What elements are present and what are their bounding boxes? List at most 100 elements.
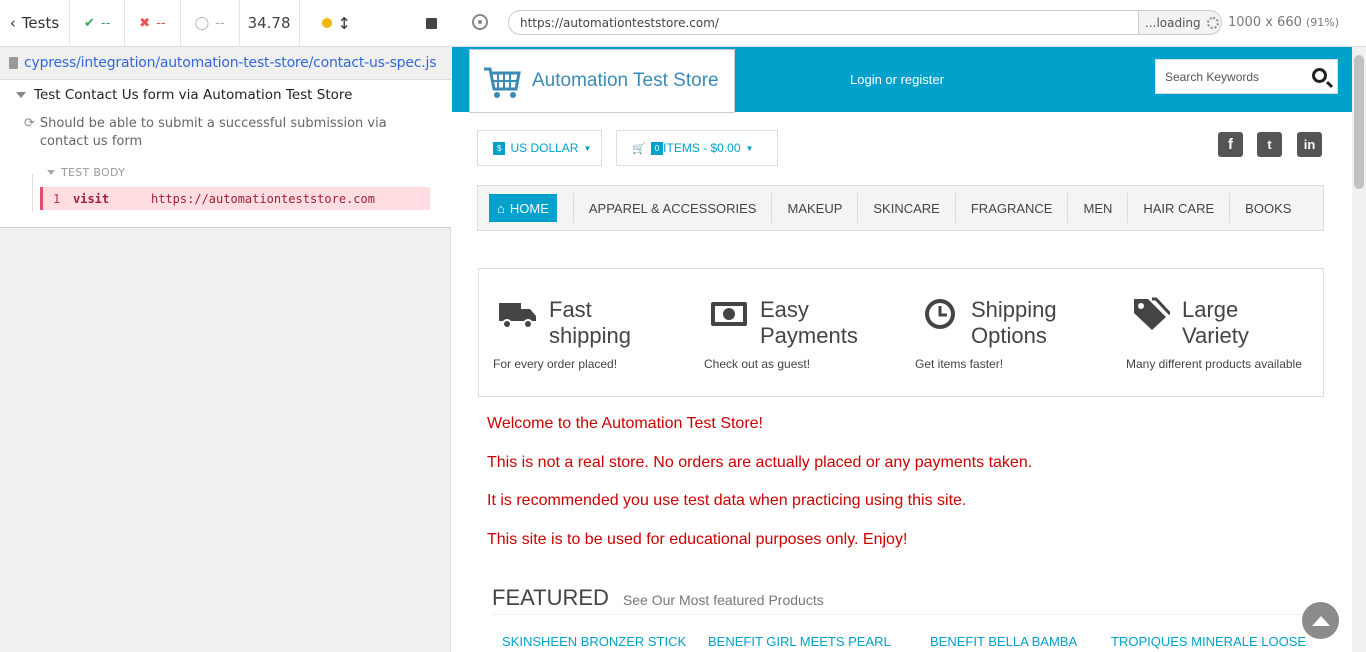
app-under-test-panel: https://automationteststore.com/ ...load… — [452, 0, 1366, 652]
truck-icon — [499, 303, 536, 329]
failed-count: ✖ -- — [125, 0, 181, 47]
loading-indicator: ...loading — [1138, 10, 1222, 35]
nav-home[interactable]: ⌂ HOME — [489, 194, 557, 222]
feature-subtitle: Get items faster! — [915, 357, 1004, 371]
product-link[interactable]: BENEFIT BELLA BAMBA — [930, 634, 1077, 649]
test-body-header[interactable]: TEST BODY — [47, 166, 125, 179]
welcome-line: Welcome to the Automation Test Store! — [487, 415, 763, 432]
autoscroll-toggle-icon[interactable]: ↕ — [338, 14, 351, 33]
featured-subtitle: See Our Most featured Products — [622, 592, 824, 608]
product-link[interactable]: SKINSHEEN BRONZER STICK — [502, 634, 686, 649]
feature-title-line1: Large — [1182, 297, 1239, 322]
site-logo[interactable]: Automation Test Store — [469, 49, 735, 113]
chevron-left-icon: ‹ — [9, 14, 16, 32]
nav-makeup[interactable]: MAKEUP — [771, 193, 857, 223]
search-placeholder: Search Keywords — [1165, 69, 1260, 84]
command-row[interactable]: 1 visit https://automationteststore.com — [40, 187, 430, 210]
currency-label: US DOLLAR — [510, 141, 579, 155]
banknote-icon — [711, 302, 747, 326]
spec-bar: cypress/integration/automation-test-stor… — [0, 47, 451, 80]
tests-button[interactable]: ‹ Tests — [0, 0, 70, 47]
suite-row[interactable]: Test Contact Us form via Automation Test… — [16, 87, 352, 103]
linkedin-icon[interactable]: in — [1297, 132, 1322, 157]
cart-label: ITEMS - $0.00 — [663, 141, 741, 155]
nav-hair-care[interactable]: HAIR CARE — [1127, 193, 1229, 223]
viewport-info[interactable]: 1000 x 660 (91%) — [1228, 15, 1339, 30]
feature-large-variety: Large Variety Many different products ava… — [1126, 269, 1331, 398]
nav-skincare[interactable]: SKINCARE — [857, 193, 954, 223]
tests-label: Tests — [21, 14, 60, 32]
feature-subtitle: Many different products available — [1126, 357, 1302, 371]
feature-title-line2: Options — [971, 323, 1047, 348]
main-nav: ⌂ HOME APPAREL & ACCESSORIES MAKEUP SKIN… — [477, 185, 1324, 231]
test-runner-panel: ‹ Tests ✔ -- ✖ -- ◯ -- 34.78 ↕ cypress/i… — [0, 0, 451, 652]
feature-subtitle: Check out as guest! — [704, 357, 811, 371]
test-title: Should be able to submit a successful su… — [39, 116, 387, 149]
search-icon[interactable] — [1312, 68, 1327, 83]
feature-shipping-options: Shipping Options Get items faster! — [915, 269, 1120, 398]
selector-playground-icon[interactable] — [472, 14, 488, 30]
notice-line: It is recommended you use test data when… — [487, 492, 967, 509]
product-link[interactable]: BENEFIT GIRL MEETS PEARL — [708, 634, 891, 649]
cart-icon: 🛒 — [632, 142, 646, 155]
feature-title-line2: Variety — [1182, 323, 1249, 348]
passed-value: -- — [100, 15, 111, 31]
spinner-icon — [1206, 16, 1219, 29]
feature-title-line2: Payments — [760, 323, 858, 348]
search-input[interactable]: Search Keywords — [1155, 59, 1338, 94]
divider — [492, 614, 1304, 615]
feature-title-line2: shipping — [549, 323, 631, 348]
refresh-icon: ⟳ — [24, 116, 35, 131]
featured-heading: FEATURED See Our Most featured Products — [492, 585, 824, 611]
feature-title: Shipping Options — [971, 297, 1111, 349]
caret-down-icon: ▼ — [745, 143, 754, 153]
running-indicator-icon — [321, 18, 332, 28]
scrollbar-thumb[interactable] — [1354, 55, 1364, 189]
scroll-to-top-button[interactable] — [1302, 602, 1339, 639]
guide-line — [32, 174, 33, 212]
feature-title: Large Variety — [1182, 297, 1322, 349]
stop-button[interactable] — [426, 17, 437, 29]
spec-path-link[interactable]: cypress/integration/automation-test-stor… — [24, 55, 437, 71]
login-link[interactable]: Login or register — [850, 72, 944, 87]
featured-title: FEATURED — [492, 585, 609, 610]
product-link[interactable]: TROPIQUES MINERALE LOOSE — [1111, 634, 1306, 649]
currency-dropdown[interactable]: $ US DOLLAR ▼ — [477, 130, 602, 166]
loading-label: ...loading — [1145, 15, 1201, 30]
viewport-scale: (91%) — [1306, 16, 1340, 29]
test-row[interactable]: ⟳ Should be able to submit a successful … — [24, 115, 414, 151]
feature-easy-payments: Easy Payments Check out as guest! — [704, 269, 909, 398]
cart-badge: 0 — [650, 141, 664, 155]
nav-men[interactable]: MEN — [1067, 193, 1127, 223]
nav-books[interactable]: BOOKS — [1229, 193, 1306, 223]
notice-line: This is not a real store. No orders are … — [487, 454, 1033, 471]
command-message: https://automationteststore.com — [151, 191, 375, 206]
suite-title: Test Contact Us form via Automation Test… — [34, 87, 353, 103]
notice-line: This site is to be used for educational … — [487, 531, 908, 548]
x-icon: ✖ — [139, 15, 151, 31]
command-number: 1 — [53, 191, 61, 206]
logo-text: Automation Test Store — [532, 70, 719, 91]
duration: 34.78 — [240, 0, 300, 47]
website: Automation Test Store Login or register … — [452, 47, 1352, 652]
aut-url-bar: https://automationteststore.com/ ...load… — [452, 0, 1366, 47]
scrollbar[interactable] — [1352, 47, 1366, 652]
clock-icon — [925, 299, 955, 329]
currency-badge: $ — [493, 141, 506, 155]
file-icon — [9, 57, 18, 69]
pending-value: -- — [215, 15, 225, 31]
twitter-icon[interactable]: t — [1257, 132, 1282, 157]
facebook-icon[interactable]: f — [1218, 132, 1243, 157]
check-icon: ✔ — [84, 15, 95, 31]
home-icon: ⌂ — [497, 200, 505, 216]
feature-title-line1: Easy — [760, 297, 809, 322]
nav-fragrance[interactable]: FRAGRANCE — [954, 193, 1068, 223]
runner-controls: ↕ — [300, 0, 451, 47]
viewport-size: 1000 x 660 — [1228, 15, 1302, 30]
url-field[interactable]: https://automationteststore.com/ — [508, 10, 1140, 35]
runner-header: ‹ Tests ✔ -- ✖ -- ◯ -- 34.78 ↕ — [0, 0, 451, 47]
circle-notch-icon: ◯ — [194, 15, 210, 31]
caret-down-icon: ▼ — [583, 143, 592, 153]
nav-apparel[interactable]: APPAREL & ACCESSORIES — [572, 193, 772, 223]
cart-dropdown[interactable]: 🛒 0 ITEMS - $0.00 ▼ — [616, 130, 778, 166]
